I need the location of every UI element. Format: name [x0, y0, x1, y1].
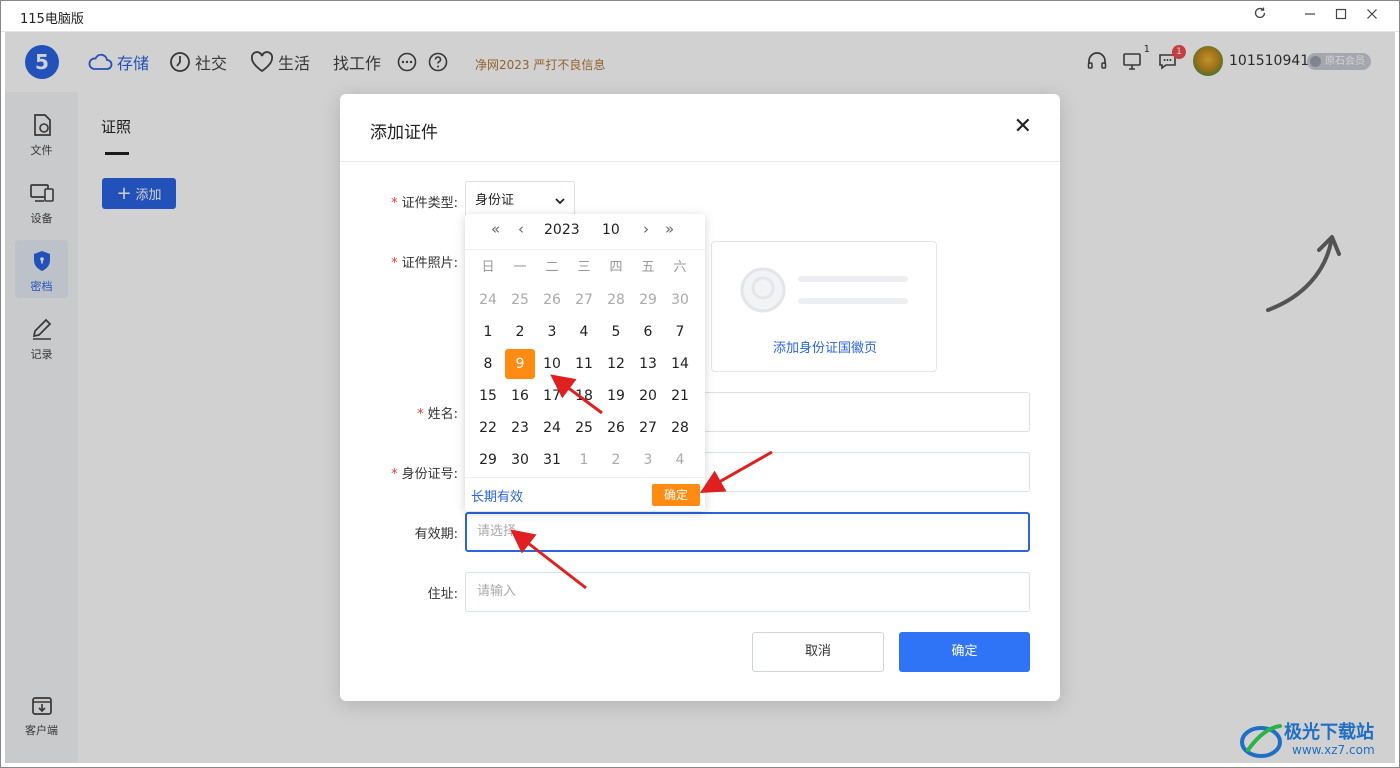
watermark-url: www.xz7.com: [1292, 743, 1375, 757]
arrow-to-date: [550, 374, 603, 415]
arrow-to-validity: [510, 529, 587, 590]
watermark: 极光下载站 www.xz7.com: [1240, 718, 1390, 762]
annotation-arrows: [510, 374, 773, 590]
watermark-logo-icon: [1240, 724, 1282, 758]
watermark-name: 极光下载站: [1284, 722, 1374, 743]
arrow-to-picker-confirm: [699, 450, 773, 493]
